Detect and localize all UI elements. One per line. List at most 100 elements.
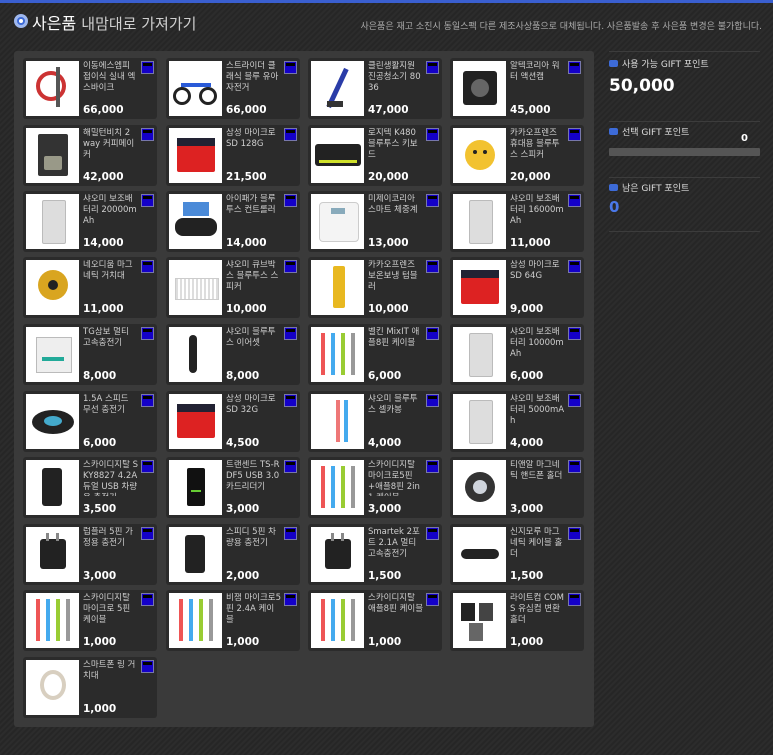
gift-card[interactable]: 스트라이더 클래식 블루 유아 자전거 66,000 (166, 58, 300, 119)
gift-card[interactable]: 샤오미 보조배터리 16000mAh 11,000 (450, 191, 584, 252)
gift-select-checkbox[interactable] (426, 327, 439, 340)
thumb-shape (469, 333, 493, 377)
gift-select-checkbox[interactable] (426, 593, 439, 606)
gift-select-checkbox[interactable] (568, 460, 581, 473)
gift-card[interactable]: 해밀턴비치 2 way 커피메이커 42,000 (23, 125, 157, 186)
thumb-shape (46, 533, 49, 541)
thumb-shape (36, 71, 66, 101)
gift-select-checkbox[interactable] (568, 327, 581, 340)
gift-card[interactable]: 카카오프렌즈 보온보냉 텀블러 10,000 (308, 257, 442, 318)
gift-card[interactable]: 스피디 5핀 차량용 충전기 2,000 (166, 524, 300, 585)
gift-card[interactable]: 스카이디지탈 마이크로 5핀 케이블 1,000 (23, 590, 157, 651)
gift-card[interactable]: 럽플러 5핀 가정용 충전기 3,000 (23, 524, 157, 585)
gift-card[interactable]: 삼성 마이크로 SD 32G 4,500 (166, 391, 300, 452)
gift-select-checkbox[interactable] (141, 128, 154, 141)
gift-name: 티앤알 마그네틱 핸드폰 홀더 (510, 460, 563, 481)
gift-card[interactable]: TG삼보 멀티 고속충전기 8,000 (23, 324, 157, 385)
thumb-shape (331, 333, 335, 375)
gift-select-checkbox[interactable] (426, 260, 439, 273)
gift-card[interactable]: 샤오미 블루투스 이어셋 8,000 (166, 324, 300, 385)
gift-card[interactable]: 카카오프렌즈 휴대용 블루투스 스피커 20,000 (450, 125, 584, 186)
gift-select-checkbox[interactable] (141, 260, 154, 273)
gift-card[interactable]: 네오디움 마그네틱 거치대 11,000 (23, 257, 157, 318)
scale-icon (311, 194, 364, 249)
gift-select-checkbox[interactable] (568, 260, 581, 273)
gift-card[interactable]: 스카이디지탈 애플8핀 케이블 1,000 (308, 590, 442, 651)
gift-select-checkbox[interactable] (141, 593, 154, 606)
gift-select-checkbox[interactable] (568, 593, 581, 606)
gift-select-checkbox[interactable] (141, 194, 154, 207)
gift-select-checkbox[interactable] (284, 460, 297, 473)
gift-select-checkbox[interactable] (141, 527, 154, 540)
gift-card[interactable]: 티앤알 마그네틱 핸드폰 홀더 3,000 (450, 457, 584, 518)
gift-card[interactable]: 삼성 마이크로 SD 128G 21,500 (166, 125, 300, 186)
gift-card[interactable]: 벨킨 MixIT 애플8핀 케이블 6,000 (308, 324, 442, 385)
gift-name: 트랜센드 TS-RDF5 USB 3.0 카드리더기 (226, 460, 280, 492)
gift-select-checkbox[interactable] (284, 327, 297, 340)
available-points-label: 사용 가능 GIFT 포인트 (622, 60, 709, 70)
page-subtitle: 내맘대로 가져가기 (81, 15, 197, 33)
gift-select-checkbox[interactable] (284, 593, 297, 606)
gift-select-checkbox[interactable] (141, 460, 154, 473)
gift-card[interactable]: 이동에스엠피 접이식 실내 엑스바이크 66,000 (23, 58, 157, 119)
thumb-shape (351, 599, 355, 641)
page-title: 사은품 내맘대로 가져가기 (32, 10, 196, 34)
gift-card[interactable]: 스카이디지탈 SKY8827 4.2A 듀얼 USB 차량용 충전기 3,500 (23, 457, 157, 518)
gift-select-checkbox[interactable] (568, 394, 581, 407)
gift-card[interactable]: 샤오미 큐브박스 블루투스 스피커 10,000 (166, 257, 300, 318)
multi-charger-icon (26, 327, 79, 382)
thumb-shape (344, 400, 348, 442)
gift-card[interactable]: 라이트컴 COMS 유심컴 변환 홀더 1,000 (450, 590, 584, 651)
gift-card[interactable]: 샤오미 보조배터리 5000mAh 4,000 (450, 391, 584, 452)
gift-select-checkbox[interactable] (426, 527, 439, 540)
gift-select-checkbox[interactable] (426, 128, 439, 141)
thumb-shape (327, 101, 343, 107)
gift-card[interactable]: 스마트폰 링 거치대 1,000 (23, 657, 157, 718)
gift-select-checkbox[interactable] (141, 660, 154, 673)
gift-select-checkbox[interactable] (284, 61, 297, 74)
gift-card[interactable]: 삼성 마이크로 SD 64G 9,000 (450, 257, 584, 318)
gift-name: 카카오프렌즈 보온보냉 텀블러 (368, 260, 418, 292)
gift-select-checkbox[interactable] (568, 527, 581, 540)
gift-card[interactable]: 미제이코리아 스마트 체중계 13,000 (308, 191, 442, 252)
gift-card[interactable]: 신지모루 마그네틱 케이블 홀더 1,500 (450, 524, 584, 585)
thumb-shape (469, 400, 493, 444)
gift-select-checkbox[interactable] (141, 327, 154, 340)
gift-name: 미제이코리아 스마트 체중계 (368, 194, 418, 215)
gift-card[interactable]: 1.5A 스피드 무선 충전기 6,000 (23, 391, 157, 452)
gift-price: 3,000 (368, 503, 402, 515)
thumb-shape (179, 599, 183, 641)
gift-select-checkbox[interactable] (426, 61, 439, 74)
gift-select-checkbox[interactable] (426, 460, 439, 473)
gift-price: 10,000 (226, 303, 267, 315)
gift-select-checkbox[interactable] (568, 61, 581, 74)
thumb-shape (56, 599, 60, 641)
gift-select-checkbox[interactable] (568, 128, 581, 141)
gift-select-checkbox[interactable] (284, 527, 297, 540)
gift-select-checkbox[interactable] (568, 194, 581, 207)
gift-select-checkbox[interactable] (426, 394, 439, 407)
gift-card[interactable]: 트랜센드 TS-RDF5 USB 3.0 카드리더기 3,000 (166, 457, 300, 518)
gift-card[interactable]: 알텍코리아 워터 액션캠 45,000 (450, 58, 584, 119)
gift-card[interactable]: 샤오미 보조배터리 20000mAh 14,000 (23, 191, 157, 252)
blue-dot-icon (609, 60, 618, 67)
gift-card[interactable]: Smartek 2포트 2.1A 멀티 고속충전기 1,500 (308, 524, 442, 585)
remaining-points-value: 0 (609, 198, 620, 216)
thumb-shape (321, 599, 325, 641)
gift-card[interactable]: 비잼 마이크로5핀 2.4A 케이블 1,000 (166, 590, 300, 651)
gift-select-checkbox[interactable] (284, 260, 297, 273)
gift-card[interactable]: 클린생활지원 진공청소기 8036 47,000 (308, 58, 442, 119)
gift-select-checkbox[interactable] (284, 128, 297, 141)
gift-card[interactable]: 아이패가 블루투스 컨트롤러 14,000 (166, 191, 300, 252)
gift-card[interactable]: 샤오미 블루투스 셀카봉 4,000 (308, 391, 442, 452)
gift-select-checkbox[interactable] (141, 61, 154, 74)
gift-card[interactable]: 샤오미 보조배터리 10000mAh 6,000 (450, 324, 584, 385)
gift-card[interactable]: 스카이디지탈 마이크로5핀+애플8핀 2in1 케이블 3,000 (308, 457, 442, 518)
gift-select-checkbox[interactable] (284, 394, 297, 407)
gift-select-checkbox[interactable] (284, 194, 297, 207)
gift-name: 해밀턴비치 2 way 커피메이커 (83, 128, 135, 160)
gift-select-checkbox[interactable] (141, 394, 154, 407)
gift-card[interactable]: 로지텍 K480 블루투스 키보드 20,000 (308, 125, 442, 186)
gift-price: 1,000 (226, 636, 260, 648)
gift-select-checkbox[interactable] (426, 194, 439, 207)
